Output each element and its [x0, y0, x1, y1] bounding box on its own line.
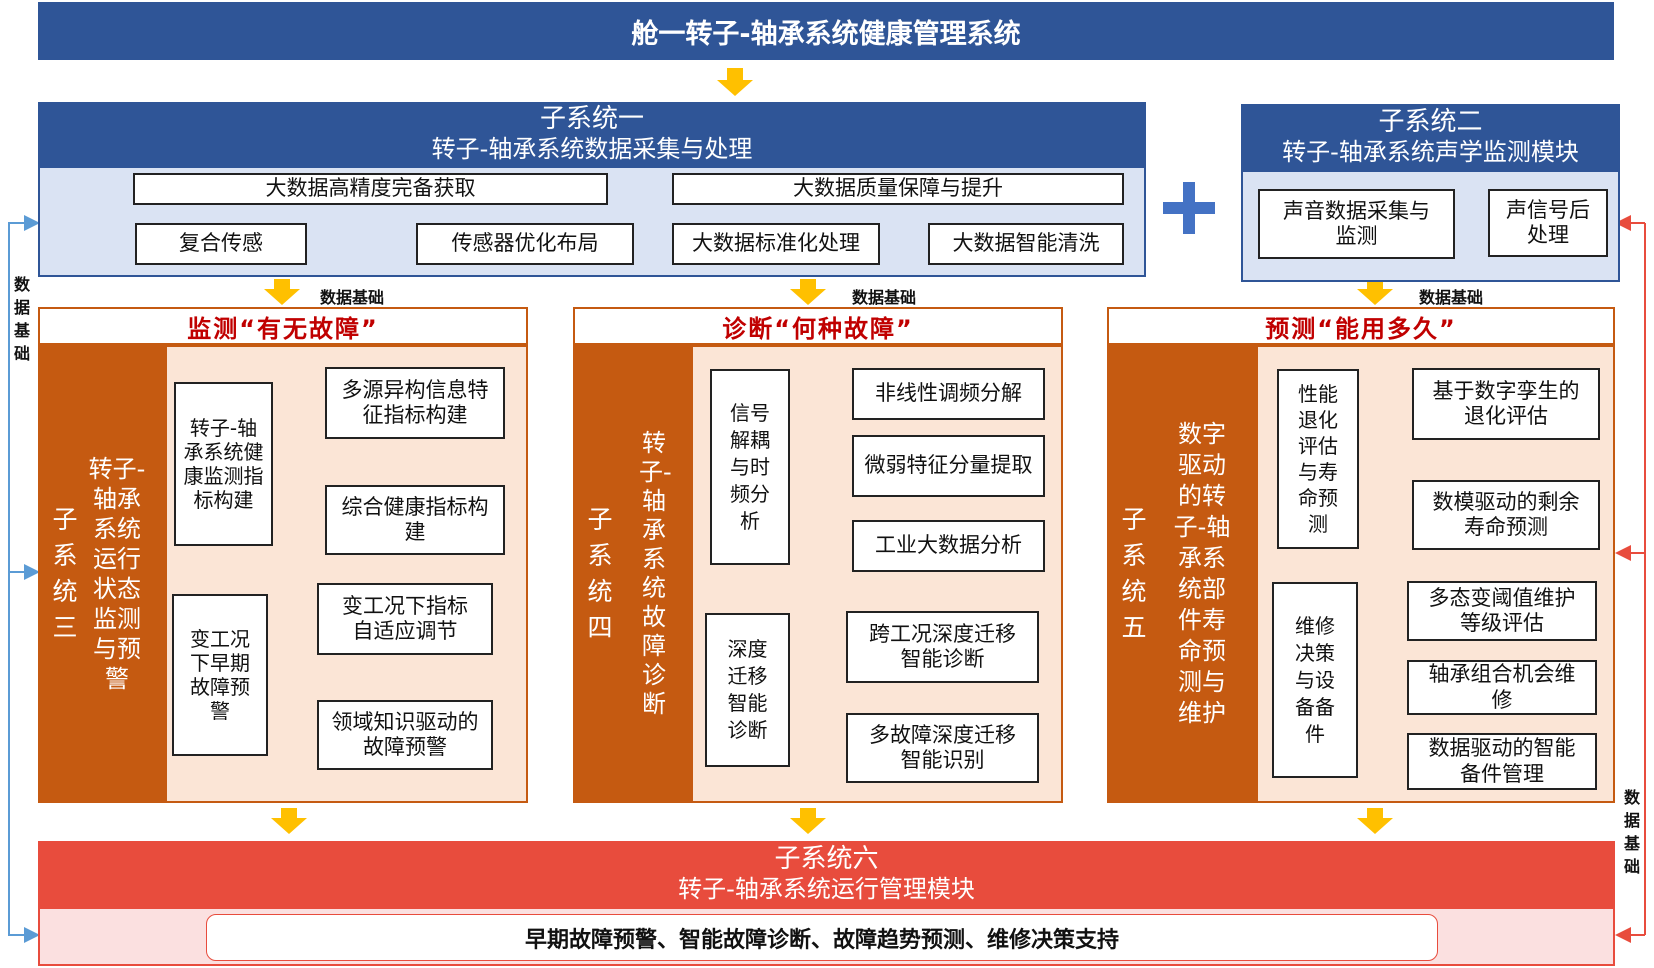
- data-basis-label-3: 数据基础: [1419, 288, 1484, 307]
- sub3-head: 监测“有无故障”: [38, 307, 528, 345]
- sub2-subtitle: 转子-轴承系统声学监测模块: [1282, 138, 1579, 166]
- data-basis-label-1: 数据基础: [320, 288, 385, 307]
- sub4-group2-title-text: 深度迁移智能诊断: [727, 637, 768, 742]
- sub4-group2-item2-text: 多故障深度迁移智能识别: [869, 722, 1016, 772]
- sub2-item1: 声音数据采集与监测: [1258, 189, 1455, 259]
- sub5-group2-item3: 数据驱动的智能备件管理: [1407, 733, 1597, 790]
- sub4-group1-item3-text: 工业大数据分析: [875, 533, 1022, 558]
- sub5-group1-title: 性能退化评估与寿命预测: [1277, 369, 1359, 549]
- sub5-group1-title-text: 性能退化评估与寿命预测: [1298, 382, 1338, 536]
- sub4-group2-item1: 跨工况深度迁移智能诊断: [846, 611, 1039, 683]
- sub2-title: 子系统二: [1378, 107, 1483, 137]
- sub3-group2-title: 变工况下早期故障预警: [172, 594, 268, 756]
- sub5-head: 预测“能用多久”: [1107, 307, 1615, 345]
- sub3-label: 子系统三: [52, 505, 78, 642]
- sub4-name: 转子-轴承系统故障诊断: [639, 429, 672, 718]
- data-basis-label-left: 数据基础: [13, 275, 30, 363]
- sub4-group2-title: 深度迁移智能诊断: [705, 613, 790, 767]
- sub4-side: 子系统四 转子-轴承系统故障诊断: [573, 345, 691, 803]
- sub4-group1-item3: 工业大数据分析: [852, 520, 1045, 572]
- sub6-summary-box: 早期故障预警、智能故障诊断、故障趋势预测、维修决策支持: [206, 914, 1438, 961]
- sub2-title-bar: 子系统二 转子-轴承系统声学监测模块: [1241, 104, 1620, 170]
- sub3-side: 子系统三 转子-轴承系统运行状态监测与预警: [38, 345, 165, 803]
- sub6-title: 子系统六: [774, 844, 879, 874]
- sub3-group1-title-text: 转子-轴承系统健康监测指标构建: [183, 416, 264, 512]
- sub6-subtitle: 转子-轴承系统运行管理模块: [678, 875, 975, 903]
- sub1-group2-title: 大数据质量保障与提升: [672, 173, 1124, 205]
- sub1-title-bar: 子系统一 转子-轴承系统数据采集与处理: [38, 102, 1146, 166]
- sub1-title: 子系统一: [539, 104, 644, 134]
- sub3-group1-item2-text: 综合健康指标构建: [341, 494, 489, 544]
- sub4-group1-item1: 非线性调频分解: [852, 368, 1045, 420]
- sub5-label: 子系统五: [1121, 505, 1147, 642]
- sub3-group1-title: 转子-轴承系统健康监测指标构建: [174, 382, 273, 546]
- sub3-group2-title-text: 变工况下早期故障预警: [190, 627, 250, 723]
- sub3-name: 转子-轴承系统运行状态监测与预警: [88, 455, 146, 693]
- sub4-label: 子系统四: [587, 505, 613, 642]
- sub5-group2-item3-text: 数据驱动的智能备件管理: [1428, 736, 1576, 786]
- sub2-item2-label: 声信号后处理: [1506, 197, 1590, 247]
- sub4-group2-item1-text: 跨工况深度迁移智能诊断: [869, 621, 1016, 671]
- sub6-summary: 早期故障预警、智能故障诊断、故障趋势预测、维修决策支持: [524, 927, 1119, 953]
- sub4-group1-item1-text: 非线性调频分解: [875, 381, 1022, 406]
- sub1-group2-item2: 大数据智能清洗: [928, 223, 1124, 265]
- sub6-title-bar: 子系统六 转子-轴承系统运行管理模块: [38, 841, 1615, 907]
- sub3-group2-item2: 领域知识驱动的故障预警: [317, 700, 493, 770]
- sub3-group2-item1-text: 变工况下指标自适应调节: [342, 593, 468, 643]
- sub4-group1-item2: 微弱特征分量提取: [852, 435, 1045, 497]
- main-title: 舱一转子-轴承系统健康管理系统: [631, 18, 1021, 50]
- sub5-group2-item2: 轴承组合机会维修: [1407, 660, 1597, 715]
- sub1-group1-title: 大数据高精度完备获取: [133, 173, 608, 205]
- sub5-group2-item1-text: 多态变阈值维护等级评估: [1428, 585, 1576, 635]
- data-basis-label-2: 数据基础: [852, 288, 917, 307]
- sub1-subtitle: 转子-轴承系统数据采集与处理: [431, 135, 753, 163]
- main-title-bar: 舱一转子-轴承系统健康管理系统: [38, 2, 1614, 60]
- sub5-group2-item1: 多态变阈值维护等级评估: [1407, 581, 1597, 641]
- sub5-group1-item2: 数模驱动的剩余寿命预测: [1412, 480, 1600, 550]
- sub1-group1-item1: 复合传感: [135, 223, 307, 265]
- sub4-head: 诊断“何种故障”: [573, 307, 1063, 345]
- sub4-group1-item2-text: 微弱特征分量提取: [864, 453, 1033, 478]
- sub2-item2: 声信号后处理: [1488, 189, 1608, 257]
- sub3-group1-item1-text: 多源异构信息特征指标构建: [341, 377, 489, 427]
- sub3-group2-item2-text: 领域知识驱动的故障预警: [331, 709, 479, 759]
- plus-icon: [1163, 182, 1215, 234]
- sub5-side: 子系统五 数字驱动的转子-轴承系统部件寿命预测与维护: [1107, 345, 1256, 803]
- sub5-group1-item2-text: 数模驱动的剩余寿命预测: [1432, 489, 1580, 539]
- sub1-group1-item2: 传感器优化布局: [416, 223, 634, 265]
- sub2-item1-label: 声音数据采集与监测: [1283, 198, 1430, 248]
- sub4-group1-title: 信号解耦与时频分析: [710, 369, 790, 565]
- sub5-name: 数字驱动的转子-轴承系统部件寿命预测与维护: [1173, 420, 1231, 727]
- sub3-group1-item1: 多源异构信息特征指标构建: [325, 367, 505, 439]
- sub5-group2-title: 维修决策与设备备件: [1272, 582, 1358, 778]
- sub3-group1-item2: 综合健康指标构建: [325, 485, 505, 555]
- sub5-group2-item2-text: 轴承组合机会维修: [1428, 662, 1576, 712]
- sub5-group1-item1-text: 基于数字孪生的退化评估: [1432, 378, 1580, 428]
- sub4-group1-title-text: 信号解耦与时频分析: [730, 400, 770, 533]
- sub5-group1-item1: 基于数字孪生的退化评估: [1412, 368, 1600, 440]
- sub5-group2-title-text: 维修决策与设备备件: [1295, 613, 1335, 746]
- sub4-group2-item2: 多故障深度迁移智能识别: [846, 713, 1039, 783]
- data-basis-label-right: 数据基础: [1623, 788, 1640, 876]
- sub1-group2-item1: 大数据标准化处理: [672, 223, 880, 265]
- sub3-group2-item1: 变工况下指标自适应调节: [317, 583, 493, 655]
